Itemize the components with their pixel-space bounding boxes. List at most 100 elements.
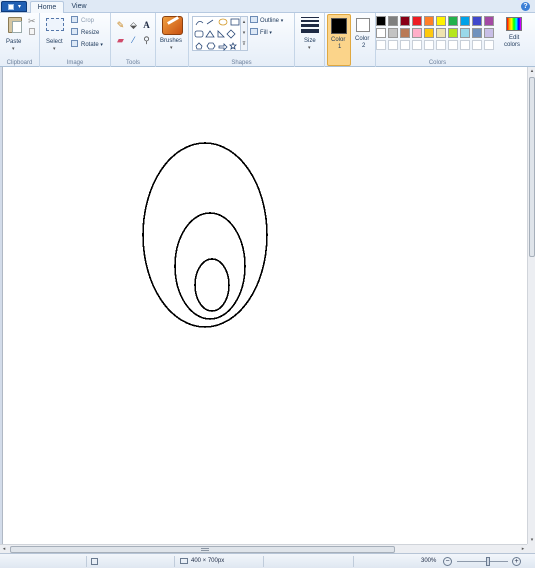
zoom-slider-track[interactable] (457, 561, 508, 562)
vertical-scrollbar[interactable]: ▴ ▾ (527, 67, 535, 544)
image-size-text: 400 × 700px (191, 558, 225, 564)
palette-color-swatch[interactable] (472, 28, 482, 38)
palette-color-swatch[interactable] (400, 28, 410, 38)
resize-icon (71, 28, 78, 35)
zoom-out-icon[interactable]: − (443, 557, 452, 566)
rotate-button[interactable]: Rotate ▾ (71, 40, 103, 50)
shape-gallery-icons (194, 18, 240, 51)
status-bar: 400 × 700px 300% − + (0, 553, 535, 568)
drawing-strokes (142, 142, 268, 328)
rounded-rectangle-shape-icon (194, 30, 204, 38)
chevron-down-icon: ▾ (308, 45, 311, 51)
zoom-in-icon[interactable]: + (512, 557, 521, 566)
palette-color-swatch[interactable] (388, 28, 398, 38)
rainbow-palette-icon (506, 17, 522, 31)
tab-home[interactable]: Home (30, 1, 64, 13)
pencil-tool[interactable]: ✎ (115, 20, 126, 31)
palette-color-swatch[interactable] (460, 28, 470, 38)
horizontal-scrollbar[interactable]: ◂ ▸ (0, 544, 527, 553)
palette-color-swatch[interactable] (400, 40, 410, 50)
palette-color-swatch[interactable] (436, 28, 446, 38)
zoom-slider-thumb[interactable] (485, 557, 490, 566)
crop-button[interactable]: Crop (71, 16, 94, 26)
line-size-icon (301, 17, 319, 33)
resize-button[interactable]: Resize (71, 28, 99, 38)
scroll-down-icon[interactable]: ▾ (528, 536, 535, 544)
diamond-shape-icon (226, 29, 236, 39)
palette-color-swatch[interactable] (376, 40, 386, 50)
palette-color-swatch[interactable] (472, 16, 482, 26)
chevron-down-icon: ▾ (18, 4, 22, 10)
curve-shape-icon (195, 21, 204, 26)
palette-color-swatch[interactable] (472, 40, 482, 50)
palette-color-swatch[interactable] (412, 16, 422, 26)
outline-button[interactable]: Outline ▾ (250, 16, 283, 26)
image-group: Select ▾ Crop Resize Rotate ▾ Image (40, 13, 111, 67)
palette-color-swatch[interactable] (484, 16, 494, 26)
help-icon[interactable]: ? (521, 2, 530, 11)
palette-color-swatch[interactable] (412, 28, 422, 38)
fill-tool[interactable]: ⬙ (128, 20, 139, 31)
triangle-shape-icon (205, 30, 215, 38)
horizontal-scroll-thumb[interactable] (10, 546, 395, 553)
palette-color-swatch[interactable] (424, 28, 434, 38)
brushes-group: Brushes ▾ (156, 13, 189, 67)
brushes-label: Brushes (160, 38, 183, 44)
palette-color-swatch[interactable] (388, 40, 398, 50)
palette-color-swatch[interactable] (460, 16, 470, 26)
pencil-icon: ✎ (116, 20, 125, 30)
text-tool[interactable]: A (141, 20, 152, 31)
colors-group: Colors (375, 13, 500, 67)
edit-colors-button[interactable]: Edit colors (501, 14, 529, 54)
ribbon-tab-strip: ▾ Home View ? (0, 0, 535, 13)
copy-icon[interactable] (29, 28, 35, 35)
oval-shape-icon (218, 18, 228, 26)
status-separator (174, 556, 175, 567)
palette-color-swatch[interactable] (412, 40, 422, 50)
rectangle-shape-icon (230, 18, 240, 26)
palette-color-swatch[interactable] (460, 40, 470, 50)
palette-color-swatch[interactable] (424, 40, 434, 50)
palette-color-swatch[interactable] (424, 16, 434, 26)
color2-label: Color (355, 36, 370, 42)
file-menu-button[interactable]: ▾ (1, 1, 27, 12)
color2-button[interactable]: Color 2 (352, 13, 376, 67)
select-button[interactable]: Select ▾ (42, 15, 69, 55)
scroll-left-icon[interactable]: ◂ (0, 545, 8, 553)
star-shape-icon (229, 42, 237, 50)
palette-color-swatch[interactable] (388, 16, 398, 26)
size-label: Size (304, 38, 316, 44)
magnifier-tool[interactable]: ⚲ (141, 35, 152, 46)
palette-color-swatch[interactable] (400, 16, 410, 26)
cut-icon[interactable]: ✂ (28, 16, 36, 27)
palette-color-swatch[interactable] (436, 40, 446, 50)
fill-button[interactable]: Fill ▾ (250, 28, 272, 38)
size-button[interactable]: Size ▾ (296, 14, 324, 54)
drawing-canvas[interactable] (2, 67, 527, 544)
status-separator (263, 556, 264, 567)
rotate-label: Rotate (81, 42, 99, 48)
scroll-up-icon[interactable]: ▴ (528, 67, 535, 75)
palette-color-swatch[interactable] (484, 28, 494, 38)
palette-color-swatch[interactable] (448, 40, 458, 50)
palette-color-swatch[interactable] (484, 40, 494, 50)
vertical-scroll-thumb[interactable] (529, 77, 535, 257)
tools-group: ✎ ⬙ A ▰ ⁄ ⚲ Tools (111, 13, 156, 67)
palette-color-swatch[interactable] (376, 16, 386, 26)
clipboard-group-label: Clipboard (6, 60, 33, 66)
paste-button[interactable]: Paste ▾ (2, 15, 28, 55)
palette-color-swatch[interactable] (448, 28, 458, 38)
palette-color-swatch[interactable] (448, 16, 458, 26)
eraser-tool[interactable]: ▰ (115, 35, 126, 46)
scroll-right-icon[interactable]: ▸ (519, 545, 527, 553)
shape-gallery-scroll[interactable]: ▴ ▾ ⊽ (241, 16, 248, 51)
brushes-button[interactable]: Brushes ▾ (157, 14, 188, 54)
status-separator (353, 556, 354, 567)
color1-button[interactable]: Color 1 (327, 14, 351, 66)
color-picker-tool[interactable]: ⁄ (128, 35, 139, 46)
palette-color-swatch[interactable] (376, 28, 386, 38)
tab-view[interactable]: View (66, 1, 92, 13)
palette-color-swatch[interactable] (436, 16, 446, 26)
medium-oval-stroke (174, 212, 246, 320)
edit-colors-label: Edit (509, 35, 520, 41)
